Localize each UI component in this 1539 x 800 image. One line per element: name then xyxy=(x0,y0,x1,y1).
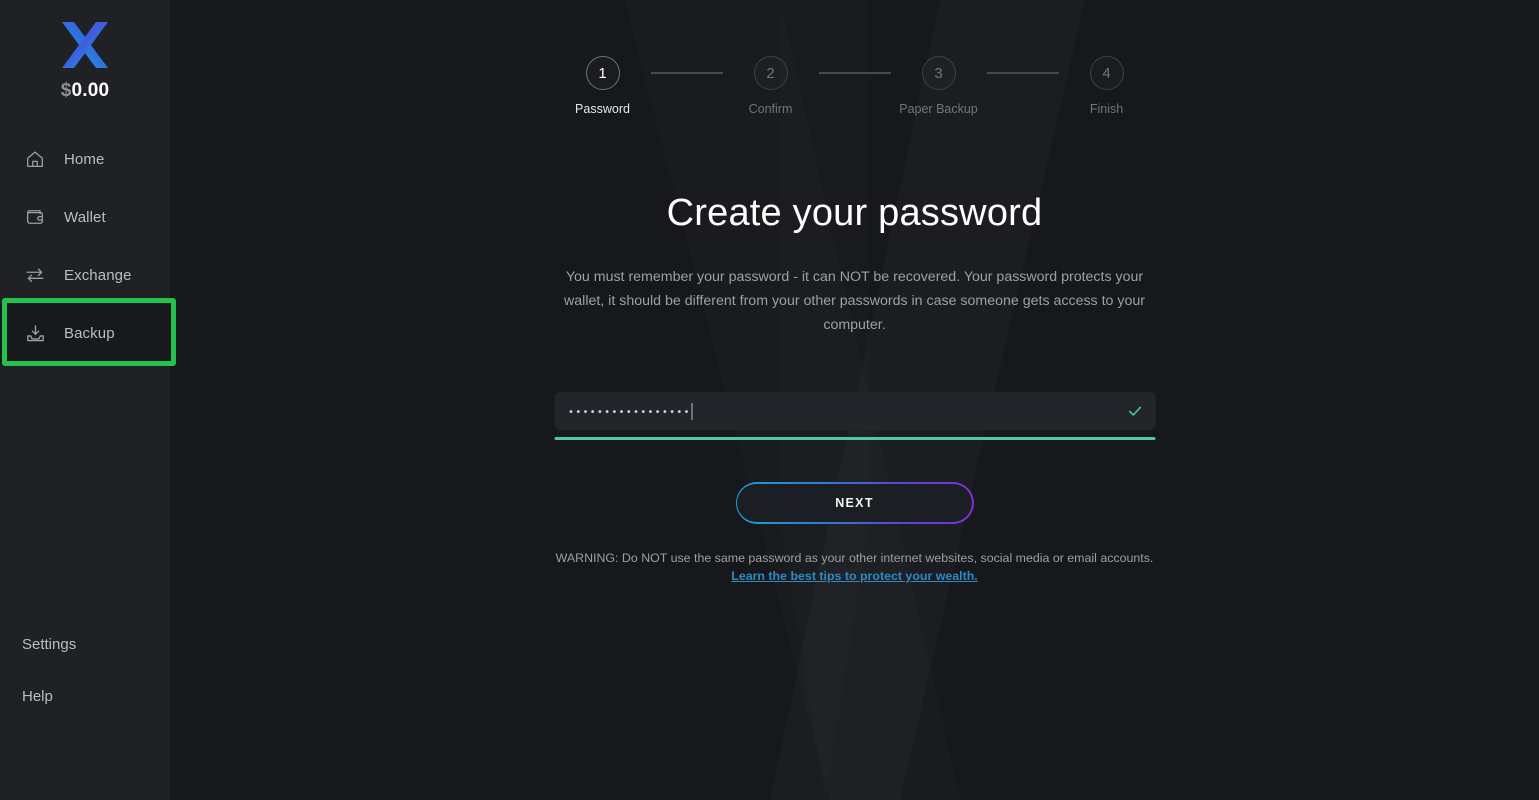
sidebar-item-settings[interactable]: Settings xyxy=(0,618,170,670)
brand-block: $0.00 xyxy=(0,0,170,102)
sidebar-item-backup-label: Backup xyxy=(64,324,115,342)
sidebar-item-settings-label: Settings xyxy=(22,635,77,653)
password-masked-value: ••••••••••••••••• xyxy=(568,407,691,418)
step-3-label: Paper Backup xyxy=(899,102,978,116)
next-button-label: NEXT xyxy=(737,483,972,523)
sidebar-item-help-label: Help xyxy=(22,687,53,705)
password-field-group: ••••••••••••••••• xyxy=(554,392,1155,440)
next-button[interactable]: NEXT xyxy=(735,482,974,524)
balance-value: 0.00 xyxy=(71,80,110,101)
balance-amount: $0.00 xyxy=(61,80,110,102)
sidebar-item-exchange[interactable]: Exchange xyxy=(0,246,170,304)
exchange-icon xyxy=(22,262,48,288)
x-logo-icon xyxy=(62,22,108,68)
password-input[interactable]: ••••••••••••••••• xyxy=(554,392,1155,430)
balance-currency-symbol: $ xyxy=(60,80,72,101)
page-title: Create your password xyxy=(666,192,1043,234)
step-4-finish[interactable]: 4 Finish xyxy=(1059,56,1155,116)
sidebar-nav: Home Wallet Exchange Backup xyxy=(0,130,170,362)
warning-text: WARNING: Do NOT use the same password as… xyxy=(555,551,1154,565)
wallet-icon xyxy=(22,204,48,230)
step-connector-1 xyxy=(650,72,723,74)
step-2-confirm[interactable]: 2 Confirm xyxy=(723,56,819,116)
step-1-password[interactable]: 1 Password xyxy=(555,56,651,116)
text-caret xyxy=(691,402,693,420)
main-content: 1 Password 2 Confirm 3 Paper Backup 4 Fi… xyxy=(170,0,1539,800)
password-validity-bar xyxy=(554,437,1155,440)
app-window: $0.00 Home Wallet Exchange Backup Settin… xyxy=(0,0,1539,800)
sidebar: $0.00 Home Wallet Exchange Backup Settin… xyxy=(0,0,176,800)
step-3-number: 3 xyxy=(921,56,956,90)
sidebar-item-home-label: Home xyxy=(64,150,105,168)
sidebar-item-help[interactable]: Help xyxy=(0,670,170,722)
step-3-paper-backup[interactable]: 3 Paper Backup xyxy=(891,56,987,116)
backup-icon xyxy=(22,320,48,346)
check-icon xyxy=(1126,403,1143,420)
sidebar-item-home[interactable]: Home xyxy=(0,130,170,188)
home-icon xyxy=(22,146,48,172)
step-1-label: Password xyxy=(575,102,630,116)
wizard-stepper: 1 Password 2 Confirm 3 Paper Backup 4 Fi… xyxy=(555,56,1155,116)
step-2-number: 2 xyxy=(753,56,788,90)
page-subtitle: You must remember your password - it can… xyxy=(564,269,1145,333)
step-4-number: 4 xyxy=(1089,56,1124,90)
step-1-number: 1 xyxy=(585,56,620,90)
sidebar-item-wallet[interactable]: Wallet xyxy=(0,188,170,246)
sidebar-item-wallet-label: Wallet xyxy=(64,208,106,226)
step-connector-2 xyxy=(818,72,891,74)
warning-block: WARNING: Do NOT use the same password as… xyxy=(495,550,1215,585)
step-2-label: Confirm xyxy=(748,102,793,116)
step-connector-3 xyxy=(986,72,1059,74)
warning-link[interactable]: Learn the best tips to protect your weal… xyxy=(731,569,977,583)
sidebar-item-backup[interactable]: Backup xyxy=(0,304,170,362)
sidebar-item-exchange-label: Exchange xyxy=(64,266,132,284)
sidebar-bottom-nav: Settings Help xyxy=(0,618,170,800)
step-4-label: Finish xyxy=(1089,102,1124,116)
